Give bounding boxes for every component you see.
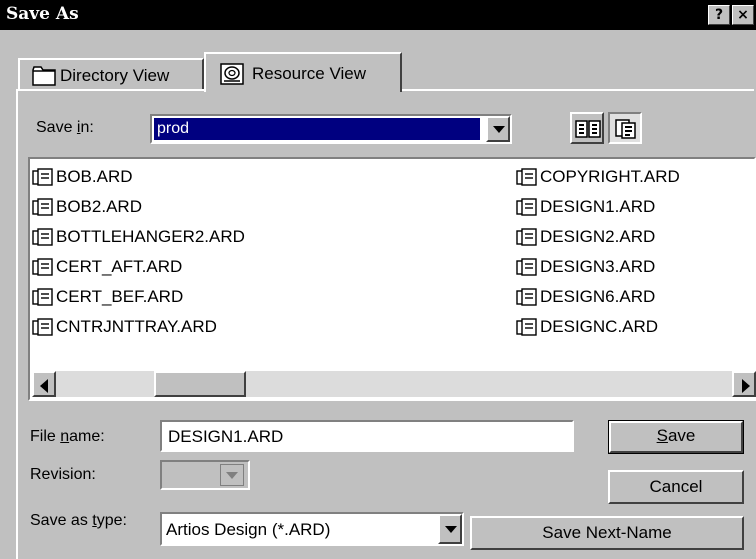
cancel-button[interactable]: Cancel: [608, 470, 744, 504]
file-icon: [32, 288, 53, 306]
file-name-text: BOB2.ARD: [56, 197, 142, 216]
horizontal-scrollbar[interactable]: [32, 371, 756, 397]
scroll-right-button[interactable]: [732, 371, 756, 397]
chevron-down-icon: [493, 126, 505, 133]
file-name-text: DESIGN6.ARD: [540, 287, 656, 306]
title-bar[interactable]: Save As ? ×: [0, 0, 756, 30]
file-name-input[interactable]: DESIGN1.ARD: [160, 420, 574, 452]
revision-dropdown-button: [220, 464, 244, 486]
save-in-dropdown-button[interactable]: [486, 116, 510, 142]
tab-directory-view-label: Directory View: [60, 66, 170, 85]
file-name-text: CERT_AFT.ARD: [56, 257, 183, 276]
file-name-text: DESIGN1.ARD: [540, 197, 656, 216]
file-name-text: BOTTLEHANGER2.ARD: [56, 227, 245, 246]
file-icon: [32, 198, 53, 216]
details-view-icon: [615, 119, 636, 139]
file-name-text: DESIGNC.ARD: [540, 317, 659, 336]
save-as-dialog: Save As ? × Directory View Resource View…: [0, 0, 756, 559]
help-button[interactable]: ?: [708, 5, 730, 25]
file-list[interactable]: BOB.ARD BOB2.ARD BOTTLEHANGER2.ARD CERT_AFT…: [28, 157, 756, 401]
file-name-text: CNTRJNTTRAY.ARD: [56, 317, 217, 336]
file-icon: [32, 168, 53, 186]
chevron-down-icon: [226, 472, 238, 479]
save-button[interactable]: Save: [608, 420, 744, 454]
file-icon: [516, 228, 537, 246]
file-name-text: DESIGN3.ARD: [540, 257, 656, 276]
file-icon: [32, 258, 53, 276]
tab-directory-view[interactable]: Directory View: [18, 58, 204, 90]
tab-resource-view[interactable]: Resource View: [204, 52, 402, 92]
file-icon: [32, 228, 53, 246]
file-name-label: File name:: [30, 428, 105, 445]
scroll-thumb[interactable]: [154, 371, 246, 397]
close-button[interactable]: ×: [732, 5, 754, 25]
revision-label: Revision:: [30, 466, 96, 483]
file-icon: [32, 318, 53, 336]
file-name-text: COPYRIGHT.ARD: [540, 167, 680, 186]
save-as-type-label: Save as type:: [30, 512, 127, 529]
file-icon: [516, 318, 537, 336]
save-as-type-dropdown[interactable]: Artios Design (*.ARD): [160, 512, 464, 546]
list-view-icon: [575, 120, 601, 138]
file-icon: [516, 198, 537, 216]
file-name-value: DESIGN1.ARD: [168, 427, 284, 446]
details-view-button[interactable]: [608, 112, 642, 144]
save-as-type-dropdown-button[interactable]: [438, 514, 462, 544]
file-icon: [516, 288, 537, 306]
save-in-label: Save in:: [36, 119, 94, 136]
file-icon: [516, 258, 537, 276]
file-icon: [516, 168, 537, 186]
save-in-dropdown[interactable]: prod: [150, 114, 512, 144]
list-view-button[interactable]: [570, 112, 604, 144]
save-next-name-button[interactable]: Save Next-Name: [470, 516, 744, 550]
file-name-text: DESIGN2.ARD: [540, 227, 656, 246]
file-name-text: CERT_BEF.ARD: [56, 287, 184, 306]
arrow-right-icon: [742, 379, 750, 393]
file-name-text: BOB.ARD: [56, 167, 133, 186]
save-as-type-value: Artios Design (*.ARD): [166, 520, 331, 539]
tab-resource-view-label: Resource View: [252, 64, 367, 83]
revision-dropdown: [160, 460, 250, 490]
save-in-value: prod: [157, 120, 190, 137]
resource-icon: [220, 63, 244, 85]
chevron-down-icon: [445, 526, 457, 533]
scroll-left-button[interactable]: [32, 371, 56, 397]
window-title: Save As: [6, 4, 79, 24]
folder-icon: [32, 66, 56, 86]
arrow-left-icon: [40, 379, 48, 393]
